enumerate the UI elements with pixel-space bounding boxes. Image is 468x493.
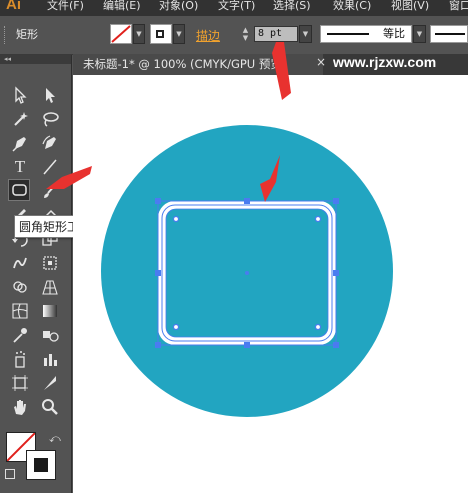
center-point xyxy=(245,271,249,275)
artwork-layer xyxy=(46,42,393,417)
arrow-to-stroke-field xyxy=(272,42,291,100)
arrow-to-tool xyxy=(46,166,92,189)
